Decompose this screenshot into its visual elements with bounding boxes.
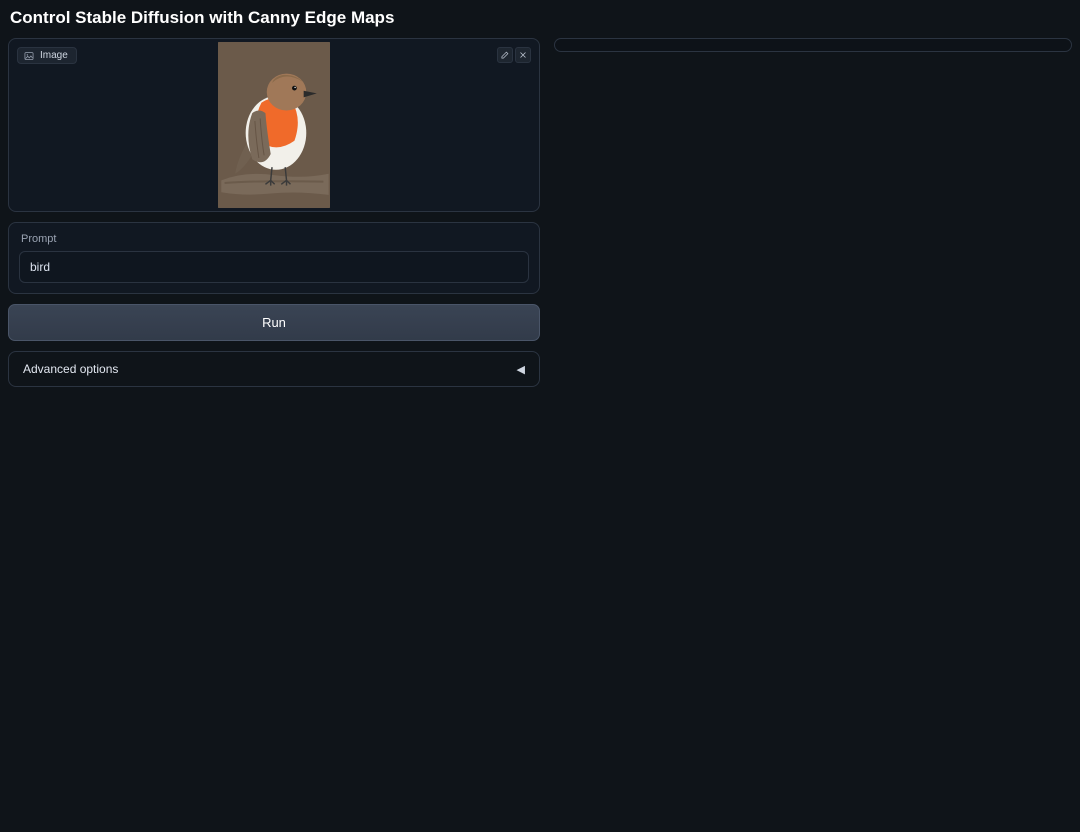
image-preview — [9, 39, 539, 211]
prompt-panel: Prompt — [8, 222, 540, 294]
run-button[interactable]: Run — [8, 304, 540, 341]
page-title: Control Stable Diffusion with Canny Edge… — [10, 8, 1072, 28]
advanced-options-label: Advanced options — [23, 362, 118, 376]
output-gallery[interactable] — [554, 38, 1072, 52]
image-input-panel[interactable]: Image — [8, 38, 540, 212]
advanced-options-accordion[interactable]: Advanced options ◀ — [8, 351, 540, 387]
prompt-input[interactable] — [19, 251, 529, 283]
prompt-label: Prompt — [21, 233, 529, 245]
chevron-left-icon: ◀ — [517, 363, 525, 376]
